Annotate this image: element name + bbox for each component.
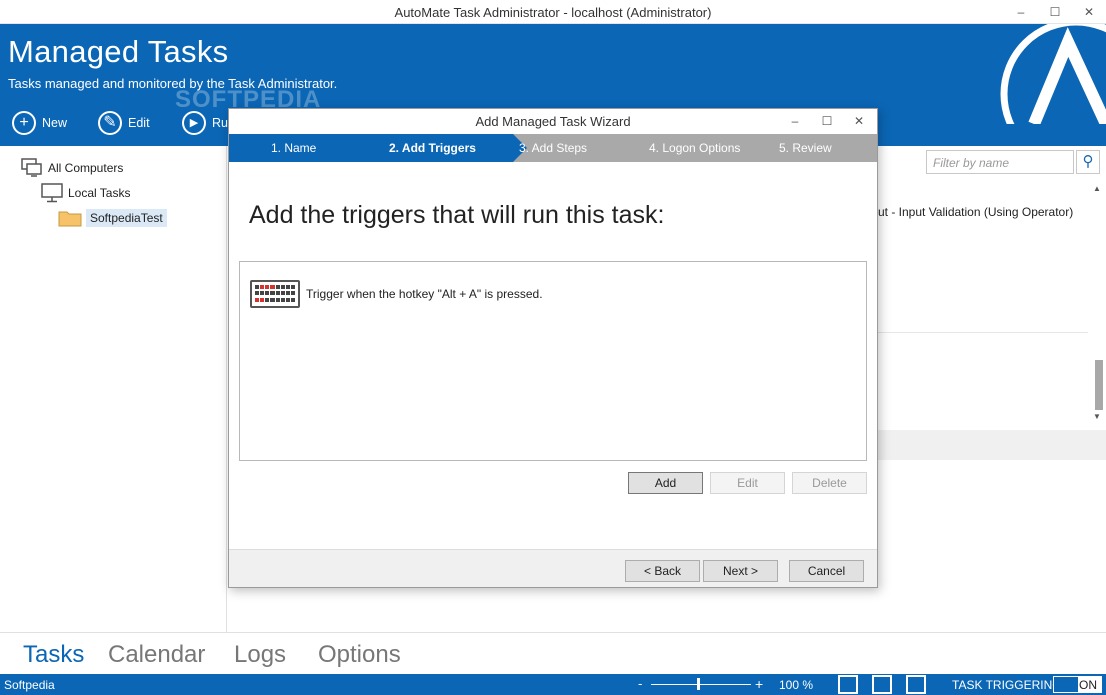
filter-input[interactable]: Filter by name [926,150,1074,174]
task-triggering-toggle[interactable]: ON [1053,676,1102,693]
bottom-nav: Tasks Calendar Logs Options [0,632,1106,674]
tab-calendar[interactable]: Calendar [108,641,205,669]
computers-icon [21,158,42,177]
close-button[interactable]: ✕ [1074,2,1104,22]
keyboard-icon [250,280,300,308]
task-list-item[interactable]: ut - Input Validation (Using Operator) [878,204,1078,220]
dialog-heading: Add the triggers that will run this task… [249,201,665,229]
trigger-item[interactable]: Trigger when the hotkey "Alt + A" is pre… [250,280,543,308]
run-label: Ru [212,116,228,130]
plus-icon: + [12,111,36,135]
zoom-slider-track[interactable] [651,684,751,685]
task-triggering-label: TASK TRIGGERING [952,678,1062,692]
back-button[interactable]: < Back [625,560,700,582]
dialog-minimize-button[interactable]: ‒ [781,111,809,131]
maximize-button[interactable]: ☐ [1040,2,1070,22]
scroll-down-icon[interactable]: ▼ [1093,412,1101,421]
delete-trigger-button[interactable]: Delete [792,472,867,494]
tree-item-all-computers[interactable]: All Computers [20,158,123,178]
divider [878,332,1088,333]
edit-label: Edit [128,116,150,130]
next-button[interactable]: Next > [703,560,778,582]
zoom-in-button[interactable]: + [755,676,763,692]
play-icon: ▶ [182,111,206,135]
edit-button[interactable]: ✎ Edit [98,110,150,136]
tree-item-label: SoftpediaTest [86,209,167,227]
zoom-out-button[interactable]: - [638,676,642,691]
step-name[interactable]: 1. Name [271,134,316,162]
layout-view-1-icon[interactable] [838,675,858,694]
tab-logs[interactable]: Logs [234,641,286,669]
toggle-fill [1054,677,1078,692]
new-button[interactable]: + New [12,110,67,136]
detail-band [878,430,1106,460]
add-managed-task-wizard: Add Managed Task Wizard ‒ ☐ ✕ 1. Name 2.… [228,108,878,588]
step-review[interactable]: 5. Review [779,134,832,162]
trigger-list[interactable]: Trigger when the hotkey "Alt + A" is pre… [239,261,867,461]
scrollbar-thumb[interactable] [1095,360,1103,410]
zoom-level: 100 % [779,678,814,692]
zoom-slider-handle[interactable] [697,678,700,690]
dialog-title: Add Managed Task Wizard [475,114,631,129]
layout-view-2-icon[interactable] [872,675,892,694]
add-trigger-button[interactable]: Add [628,472,703,494]
pencil-icon: ✎ [98,111,122,135]
status-left-text: Softpedia [4,678,55,692]
wizard-steps: 1. Name 2. Add Triggers 3. Add Steps 4. … [229,134,877,162]
tree-item-local-tasks[interactable]: Local Tasks [40,183,130,203]
step-logon-options[interactable]: 4. Logon Options [649,134,740,162]
task-list-panel: Filter by name ⚲ ▲ ut - Input Validation… [878,146,1106,632]
window-title: AutoMate Task Administrator - localhost … [394,5,712,20]
dialog-maximize-button[interactable]: ☐ [813,111,841,131]
folder-icon [58,211,82,227]
tree-item-label: All Computers [48,161,124,175]
window-titlebar: AutoMate Task Administrator - localhost … [0,0,1106,24]
scroll-up-icon[interactable]: ▲ [1093,184,1101,193]
dialog-footer: < Back Next > Cancel [229,549,877,587]
edit-trigger-button[interactable]: Edit [710,472,785,494]
trigger-text: Trigger when the hotkey "Alt + A" is pre… [306,287,543,301]
computer-icon [41,183,63,203]
toggle-state: ON [1079,678,1097,692]
step-add-triggers[interactable]: 2. Add Triggers [389,134,476,162]
tab-options[interactable]: Options [318,641,401,669]
minimize-button[interactable]: ‒ [1006,2,1036,22]
tab-tasks[interactable]: Tasks [23,641,84,669]
cancel-button[interactable]: Cancel [789,560,864,582]
layout-view-3-icon[interactable] [906,675,926,694]
dialog-titlebar: Add Managed Task Wizard ‒ ☐ ✕ [229,109,877,133]
automate-logo-icon [1000,24,1106,124]
search-icon[interactable]: ⚲ [1076,150,1100,174]
dialog-close-button[interactable]: ✕ [845,111,873,131]
computer-tree: All Computers Local Tasks SoftpediaTest [0,146,227,632]
tree-item-softpediatest[interactable]: SoftpediaTest [58,208,167,228]
tree-item-label: Local Tasks [68,186,131,200]
step-add-steps[interactable]: 3. Add Steps [519,134,587,162]
new-label: New [42,116,68,130]
status-bar: Softpedia - + 100 % TASK TRIGGERING ON [0,674,1106,695]
page-title: Managed Tasks [8,34,229,69]
